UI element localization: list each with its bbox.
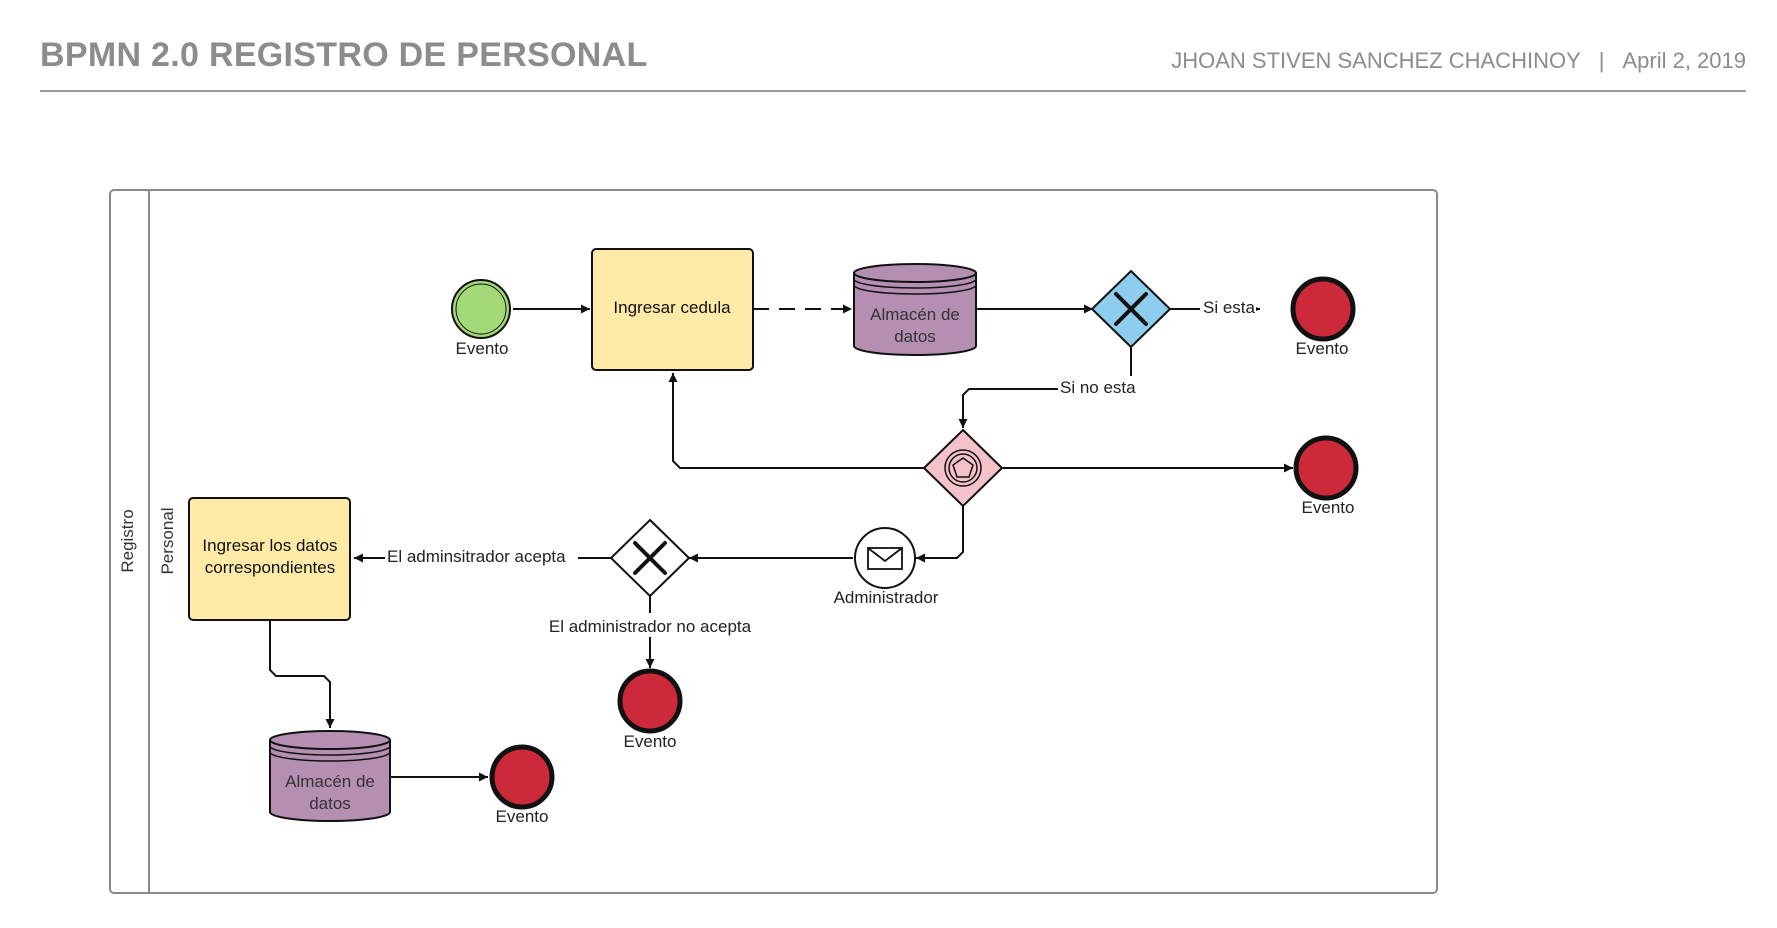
message-event-label: Administrador xyxy=(834,588,939,607)
end-event-no-acepta-label: Evento xyxy=(624,732,677,751)
end-event-si-esta[interactable]: Evento xyxy=(1290,276,1356,358)
end-event-event-gateway[interactable]: Evento xyxy=(1293,435,1359,517)
end-event-event-gateway-circle[interactable] xyxy=(1293,435,1359,501)
label-acepta: El adminsitrador acepta xyxy=(387,547,566,566)
data-store-bottom-label-1: Almacén de xyxy=(285,772,375,791)
event-based-gateway[interactable] xyxy=(922,428,1004,508)
data-store-top-label-2: datos xyxy=(894,327,936,346)
message-event-administrador[interactable]: Administrador xyxy=(834,527,939,607)
end-event-event-gateway-label: Evento xyxy=(1302,498,1355,517)
end-event-no-acepta-circle[interactable] xyxy=(617,668,683,734)
exclusive-gateway-cedula[interactable] xyxy=(1090,269,1172,349)
task-ingresar-datos[interactable]: Ingresar los datos correspondientes xyxy=(188,497,351,621)
label-no-acepta: El administrador no acepta xyxy=(549,617,752,636)
data-store-bottom-label-2: datos xyxy=(309,794,351,813)
data-store-top-label-1: Almacén de xyxy=(870,305,960,324)
task-ingresar-datos-label-1: Ingresar los datos xyxy=(202,536,337,555)
flow-eventgw-to-message[interactable] xyxy=(916,506,964,563)
end-event-si-esta-circle[interactable] xyxy=(1290,276,1356,342)
end-event-final[interactable]: Evento xyxy=(489,744,555,826)
task-ingresar-datos-label-2: correspondientes xyxy=(205,558,335,577)
lane-label: Personal xyxy=(158,507,177,574)
label-si-no-esta: Si no esta xyxy=(1060,378,1136,397)
flow-datos-to-store[interactable] xyxy=(269,620,335,728)
end-event-final-circle[interactable] xyxy=(489,744,555,810)
end-event-final-label: Evento xyxy=(496,807,549,826)
flow-eventgw-to-cedula[interactable] xyxy=(668,373,925,469)
pool-label: Registro xyxy=(118,509,137,572)
data-store-top-cap xyxy=(853,263,977,283)
bpmn-diagram: Registro Personal Si esta Si no esta El … xyxy=(109,189,1438,894)
data-store-bottom[interactable]: Almacén de datos xyxy=(269,730,391,822)
start-event-circle[interactable] xyxy=(451,279,511,339)
data-store-bottom-cap xyxy=(269,730,391,750)
exclusive-gateway-admin[interactable] xyxy=(609,518,691,598)
task-ingresar-cedula-label: Ingresar cedula xyxy=(613,298,731,317)
start-event[interactable]: Evento xyxy=(451,279,511,358)
flow-labels: Si esta Si no esta El adminsitrador acep… xyxy=(385,296,1256,637)
data-store-top[interactable]: Almacén de datos xyxy=(853,263,977,356)
end-event-si-esta-label: Evento xyxy=(1296,339,1349,358)
task-ingresar-cedula[interactable]: Ingresar cedula xyxy=(591,248,754,371)
event-based-gateway-diamond[interactable] xyxy=(922,428,1004,508)
label-si-esta: Si esta xyxy=(1203,298,1256,317)
end-event-no-acepta[interactable]: Evento xyxy=(617,668,683,751)
start-event-label: Evento xyxy=(456,339,509,358)
